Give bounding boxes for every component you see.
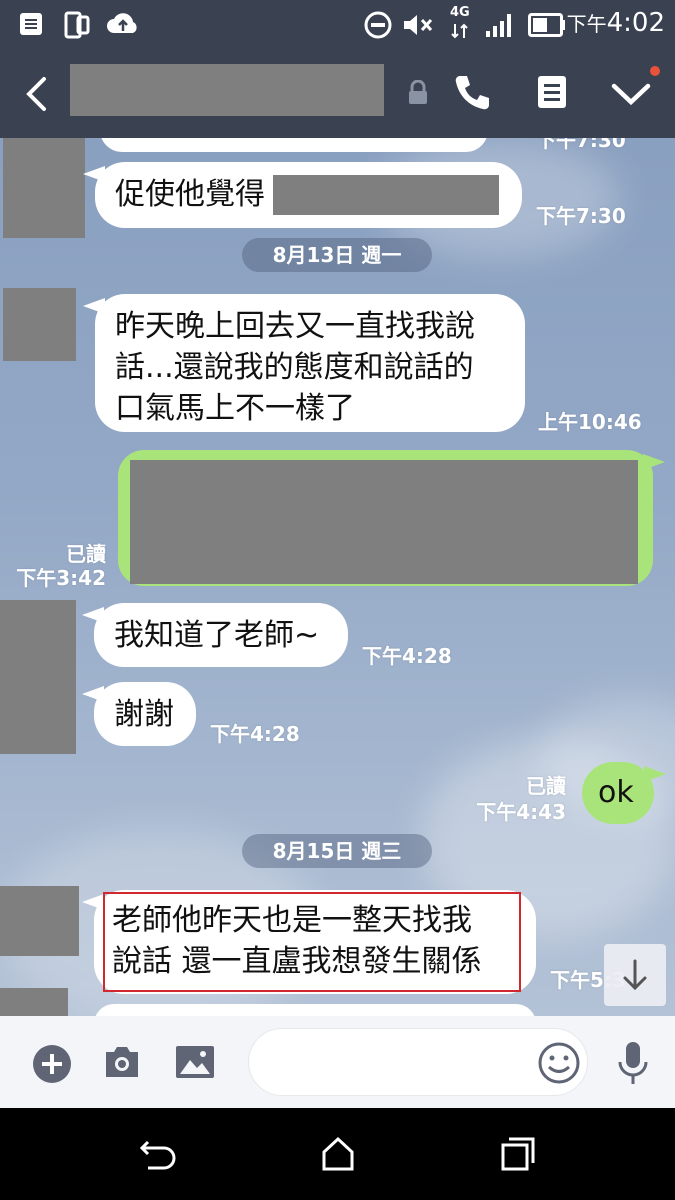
dnd-icon: [364, 11, 392, 39]
image-icon[interactable]: [174, 1044, 216, 1080]
avatar[interactable]: [3, 288, 76, 361]
battery-icon: [528, 13, 565, 37]
chat-area[interactable]: 下午7:30 促使他覺得 下午7:30 8月13日 週一 昨天晚上回去又一直找我…: [0, 138, 675, 1016]
notes-icon[interactable]: [536, 74, 568, 110]
message-text: ok: [598, 775, 634, 810]
message-text-line: 話...還說我的態度和說話的: [115, 350, 474, 385]
system-nav-bar: [0, 1108, 675, 1200]
camera-icon[interactable]: [102, 1044, 142, 1080]
mute-icon: [404, 15, 433, 35]
message-time: 下午4:28: [362, 644, 452, 668]
time-prefix: 下午: [566, 12, 607, 36]
avatar[interactable]: [3, 138, 85, 238]
avatar[interactable]: [0, 988, 68, 1016]
highlight-box: [103, 892, 521, 992]
message-time: 下午4:28: [210, 722, 300, 746]
chat-title-redacted: [70, 64, 384, 116]
message-bubble: 昨天晚上回去又一直找我說 話...還說我的態度和說話的 口氣馬上不一樣了: [95, 294, 525, 432]
emoji-icon[interactable]: [537, 1041, 581, 1085]
message-bubble-outgoing: ok: [582, 762, 654, 824]
message-bubble-partial: [94, 1004, 536, 1016]
date-separator: 8月15日 週三: [242, 834, 432, 868]
message-text-line: 口氣馬上不一樣了: [115, 391, 355, 426]
plus-icon[interactable]: [32, 1044, 72, 1084]
message-input[interactable]: [248, 1028, 588, 1096]
notification-dot: [650, 66, 660, 76]
phone-icon[interactable]: [452, 72, 492, 112]
message-text-line: 昨天晚上回去又一直找我說: [115, 309, 475, 344]
lock-icon: [409, 80, 427, 104]
notes-icon: [20, 13, 42, 35]
avatar[interactable]: [0, 600, 76, 754]
message-text: 促使他覺得: [115, 177, 265, 212]
network-type: 4G: [450, 5, 470, 20]
back-chevron-icon[interactable]: [22, 76, 52, 112]
data-arrows-icon: [451, 23, 468, 39]
message-bubble-outgoing: [118, 450, 653, 586]
message-bubble: 我知道了老師~: [94, 603, 348, 667]
mic-icon[interactable]: [616, 1040, 650, 1088]
message-bubble-partial: [100, 138, 488, 152]
chat-header: [0, 50, 675, 138]
recents-nav-icon[interactable]: [500, 1136, 536, 1172]
time-value: 4:02: [606, 8, 665, 38]
input-bar: [0, 1016, 675, 1108]
arrow-down-icon: [623, 959, 647, 991]
message-time: 下午7:30: [536, 204, 626, 228]
screen-icon: [64, 11, 90, 39]
avatar[interactable]: [0, 886, 79, 956]
read-receipt: 已讀: [526, 774, 566, 798]
home-nav-icon[interactable]: [320, 1136, 356, 1172]
message-time: 下午7:30: [536, 138, 626, 152]
signal-icon: [486, 14, 511, 37]
upload-cloud-icon: [107, 13, 137, 33]
message-text: 謝謝: [114, 697, 174, 732]
redacted-image: [130, 460, 638, 584]
date-separator: 8月13日 週一: [242, 238, 432, 272]
message-text: 我知道了老師~: [114, 618, 320, 653]
back-nav-icon[interactable]: [138, 1138, 178, 1172]
message-time: 上午10:46: [538, 410, 642, 434]
message-bubble: 謝謝: [94, 682, 196, 746]
scroll-to-bottom-button[interactable]: [604, 944, 666, 1006]
status-bar: 4G 下午4:02: [0, 0, 675, 50]
redacted-text: [273, 175, 499, 215]
chevron-down-icon[interactable]: [610, 80, 652, 108]
message-time: 下午3:42: [16, 566, 106, 590]
message-time: 下午4:43: [476, 800, 566, 824]
status-time: 下午4:02: [567, 8, 665, 38]
